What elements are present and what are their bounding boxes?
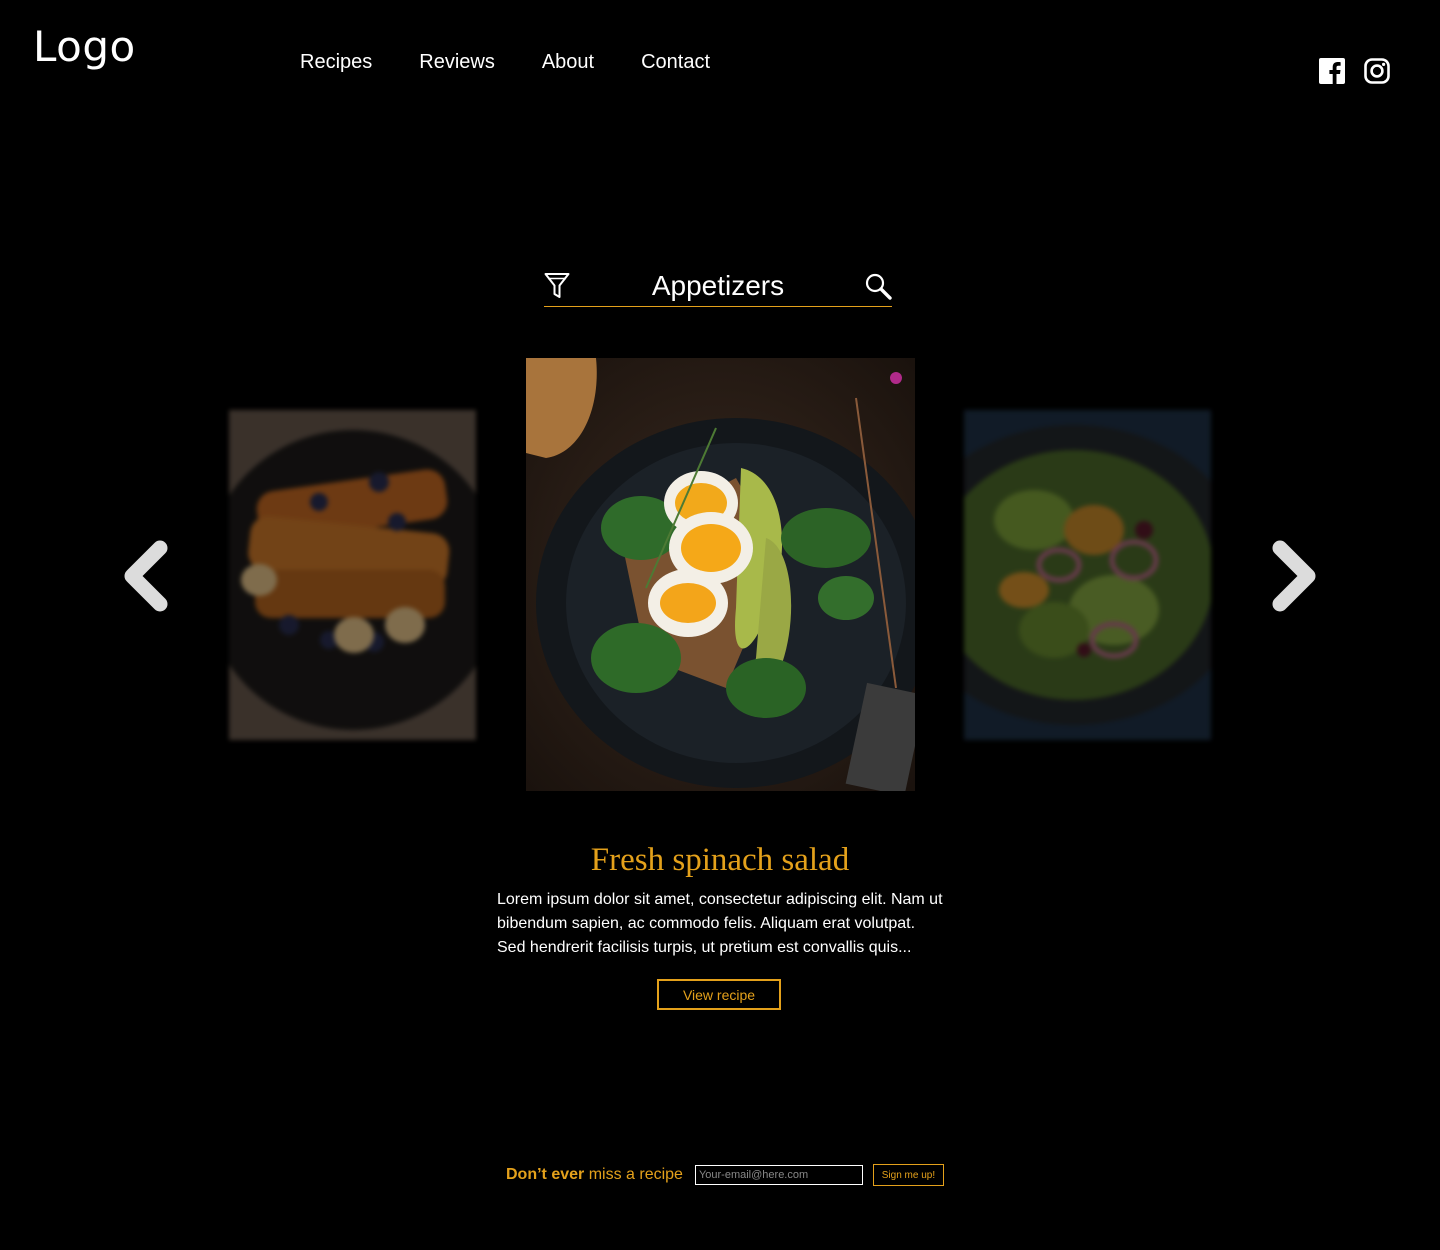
newsletter-lead: Don’t ever miss a recipe [506, 1166, 683, 1184]
nav-about[interactable]: About [542, 51, 594, 74]
newsletter-signup: Don’t ever miss a recipe Sign me up! [506, 1164, 944, 1186]
carousel-slide-prev[interactable] [229, 410, 476, 740]
carousel-prev-button[interactable] [122, 540, 170, 612]
nav-recipes[interactable]: Recipes [300, 51, 372, 74]
category-label[interactable]: Appetizers [544, 270, 892, 302]
carousel-slide-active[interactable] [526, 358, 915, 791]
newsletter-lead-rest: miss a recipe [584, 1166, 683, 1183]
mixed-salad-image [964, 410, 1211, 740]
facebook-icon[interactable] [1319, 58, 1345, 84]
chevron-right-icon [1272, 540, 1316, 612]
carousel-slide-next[interactable] [964, 410, 1211, 740]
egg-avocado-toast-image [526, 358, 915, 791]
main-nav: Recipes Reviews About Contact [300, 51, 757, 74]
site-logo[interactable]: Logo [33, 22, 136, 71]
view-recipe-button[interactable]: View recipe [657, 979, 781, 1010]
category-filter-bar: Appetizers [544, 266, 892, 307]
carousel-next-button[interactable] [1270, 540, 1318, 612]
nav-reviews[interactable]: Reviews [419, 51, 495, 74]
newsletter-lead-bold: Don’t ever [506, 1166, 585, 1183]
recipe-title: Fresh spinach salad [590, 842, 850, 878]
instagram-icon[interactable] [1364, 58, 1390, 84]
sign-up-button[interactable]: Sign me up! [872, 1164, 944, 1186]
chevron-left-icon [124, 540, 168, 612]
french-toast-image [229, 410, 476, 740]
nav-contact[interactable]: Contact [641, 51, 710, 74]
social-links [1319, 58, 1390, 84]
recipe-description: Lorem ipsum dolor sit amet, consectetur … [497, 891, 943, 956]
email-field[interactable] [694, 1165, 863, 1185]
search-icon[interactable] [864, 272, 892, 300]
